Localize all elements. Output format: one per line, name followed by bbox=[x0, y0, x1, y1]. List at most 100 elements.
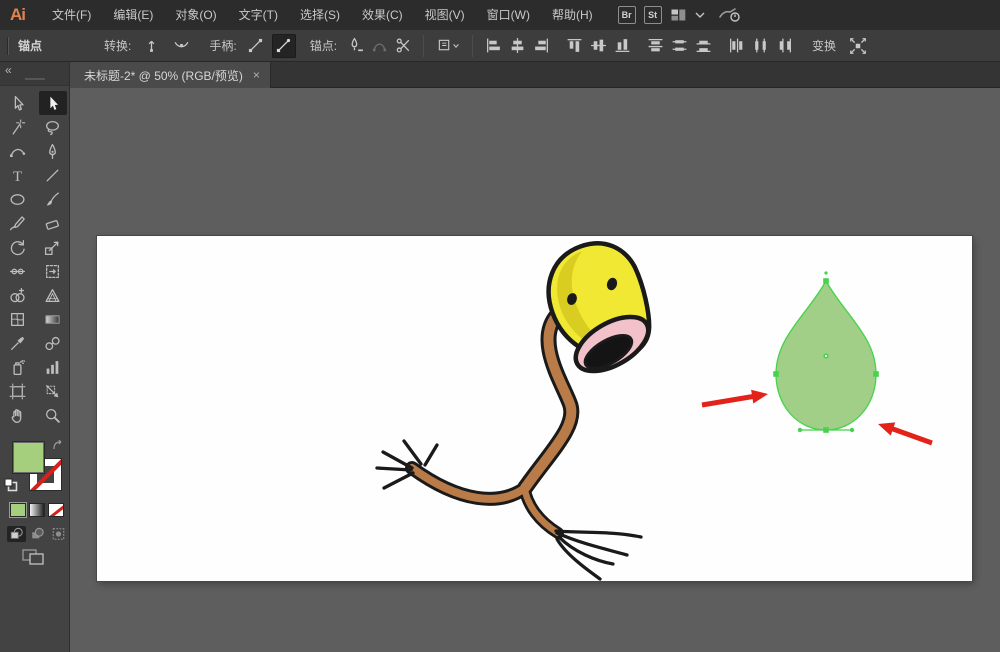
illustrator-logo: Ai bbox=[10, 5, 25, 25]
vertical-align-top-icon[interactable] bbox=[562, 34, 586, 58]
screen-mode-icon[interactable] bbox=[22, 548, 46, 571]
scale-tool[interactable] bbox=[39, 235, 67, 259]
blend-tool[interactable] bbox=[39, 331, 67, 355]
direct-selection-tool[interactable] bbox=[39, 91, 67, 115]
color-type-row bbox=[0, 503, 70, 517]
document-tab-bar: 未标题-2* @ 50% (RGB/预览) × bbox=[70, 62, 1000, 88]
drawing-modes-row bbox=[0, 526, 70, 542]
chevron-down-icon[interactable] bbox=[695, 11, 705, 19]
share-screen-icon[interactable] bbox=[719, 7, 741, 23]
vertical-distribute-top-icon[interactable] bbox=[643, 34, 667, 58]
draw-normal-icon[interactable] bbox=[7, 526, 26, 542]
anchor-point-top[interactable] bbox=[823, 278, 829, 284]
show-handles-icon[interactable] bbox=[244, 34, 268, 58]
menu-item-window[interactable]: 窗口(W) bbox=[476, 0, 541, 30]
symbol-sprayer-tool[interactable] bbox=[4, 355, 32, 379]
cut-path-icon[interactable] bbox=[391, 34, 415, 58]
tools-panel: « T bbox=[0, 62, 70, 652]
isolate-selected-icon[interactable] bbox=[846, 34, 870, 58]
swap-fill-stroke-icon[interactable] bbox=[51, 439, 64, 457]
type-tool[interactable]: T bbox=[4, 163, 32, 187]
menu-item-effect[interactable]: 效果(C) bbox=[351, 0, 414, 30]
gradient-button[interactable] bbox=[29, 503, 45, 517]
anchor-point-bottom[interactable] bbox=[823, 427, 829, 433]
document-tab[interactable]: 未标题-2* @ 50% (RGB/预览) × bbox=[70, 62, 271, 88]
eraser-tool[interactable] bbox=[39, 211, 67, 235]
curvature-tool[interactable] bbox=[4, 139, 32, 163]
anchor-point-right[interactable] bbox=[873, 371, 879, 377]
connect-anchor-icon[interactable] bbox=[367, 34, 391, 58]
draw-inside-icon[interactable] bbox=[49, 526, 68, 542]
zoom-tool[interactable] bbox=[39, 403, 67, 427]
column-graph-tool[interactable] bbox=[39, 355, 67, 379]
convert-to-corner-icon[interactable] bbox=[139, 34, 163, 58]
horizontal-align-right-icon[interactable] bbox=[529, 34, 553, 58]
ellipse-tool[interactable] bbox=[4, 187, 32, 211]
fill-stroke-widget bbox=[0, 438, 70, 502]
perspective-grid-tool[interactable] bbox=[39, 283, 67, 307]
draw-behind-icon[interactable] bbox=[28, 526, 47, 542]
tools-panel-header: « bbox=[0, 62, 69, 86]
transform-button[interactable]: 变换 bbox=[812, 37, 836, 54]
vertical-distribute-bottom-icon[interactable] bbox=[691, 34, 715, 58]
collapse-panel-icon[interactable]: « bbox=[5, 63, 12, 77]
magic-wand-tool[interactable] bbox=[4, 115, 32, 139]
menu-item-object[interactable]: 对象(O) bbox=[164, 0, 227, 30]
arrow-right bbox=[878, 422, 933, 445]
lasso-tool[interactable] bbox=[39, 115, 67, 139]
panel-drag-handle[interactable] bbox=[25, 78, 45, 80]
anchor-label: 锚点: bbox=[310, 37, 337, 54]
artboard-tool[interactable] bbox=[4, 379, 32, 403]
artboard-options-icon[interactable] bbox=[432, 34, 464, 58]
hand-tool[interactable] bbox=[4, 403, 32, 427]
rotate-tool[interactable] bbox=[4, 235, 32, 259]
mesh-tool[interactable] bbox=[4, 307, 32, 331]
canvas-area[interactable] bbox=[70, 88, 1000, 652]
delete-anchor-icon[interactable] bbox=[343, 34, 367, 58]
width-tool[interactable] bbox=[4, 259, 32, 283]
horizontal-distribute-center-icon[interactable] bbox=[748, 34, 772, 58]
vertical-align-bottom-icon[interactable] bbox=[610, 34, 634, 58]
horizontal-distribute-right-icon[interactable] bbox=[772, 34, 796, 58]
slice-tool[interactable] bbox=[39, 379, 67, 403]
hide-handles-icon[interactable] bbox=[272, 34, 296, 58]
line-segment-tool[interactable] bbox=[39, 163, 67, 187]
menu-item-select[interactable]: 选择(S) bbox=[289, 0, 351, 30]
free-transform-tool[interactable] bbox=[39, 259, 67, 283]
default-fill-stroke-icon[interactable] bbox=[4, 478, 18, 497]
selection-tool[interactable] bbox=[4, 91, 32, 115]
menubar-right-icons: Br St bbox=[618, 6, 741, 24]
none-button[interactable] bbox=[48, 503, 64, 517]
paintbrush-tool[interactable] bbox=[39, 187, 67, 211]
anchor-point-left[interactable] bbox=[773, 371, 779, 377]
menu-item-help[interactable]: 帮助(H) bbox=[541, 0, 604, 30]
tab-close-icon[interactable]: × bbox=[253, 68, 260, 82]
bridge-button[interactable]: Br bbox=[618, 6, 636, 24]
horizontal-distribute-left-icon[interactable] bbox=[724, 34, 748, 58]
handles-label: 手柄: bbox=[209, 37, 236, 54]
tools-grid: T bbox=[0, 86, 69, 427]
menu-item-view[interactable]: 视图(V) bbox=[414, 0, 476, 30]
menu-items: 文件(F)编辑(E)对象(O)文字(T)选择(S)效果(C)视图(V)窗口(W)… bbox=[41, 0, 604, 30]
illustrator-window: { "menubar": { "logo": "Ai", "items": [ … bbox=[0, 0, 1000, 652]
eyedropper-tool[interactable] bbox=[4, 331, 32, 355]
horizontal-align-left-icon[interactable] bbox=[481, 34, 505, 58]
fill-swatch[interactable] bbox=[12, 441, 45, 474]
color-button[interactable] bbox=[10, 503, 26, 517]
vertical-distribute-center-icon[interactable] bbox=[667, 34, 691, 58]
shape-builder-tool[interactable] bbox=[4, 283, 32, 307]
workspace-switcher-icon[interactable] bbox=[670, 7, 687, 23]
stock-button[interactable]: St bbox=[644, 6, 662, 24]
gradient-tool[interactable] bbox=[39, 307, 67, 331]
pencil-tool[interactable] bbox=[4, 211, 32, 235]
menu-item-file[interactable]: 文件(F) bbox=[41, 0, 102, 30]
menu-item-edit[interactable]: 编辑(E) bbox=[102, 0, 164, 30]
horizontal-align-center-icon[interactable] bbox=[505, 34, 529, 58]
vertical-align-middle-icon[interactable] bbox=[586, 34, 610, 58]
pen-tool[interactable] bbox=[39, 139, 67, 163]
artboard[interactable] bbox=[97, 236, 972, 581]
menu-item-type[interactable]: 文字(T) bbox=[228, 0, 289, 30]
control-bar: 锚点 转换: 手柄: 锚点: 变换 bbox=[0, 30, 1000, 62]
convert-to-smooth-icon[interactable] bbox=[169, 34, 193, 58]
leaf-shape[interactable] bbox=[773, 271, 879, 432]
